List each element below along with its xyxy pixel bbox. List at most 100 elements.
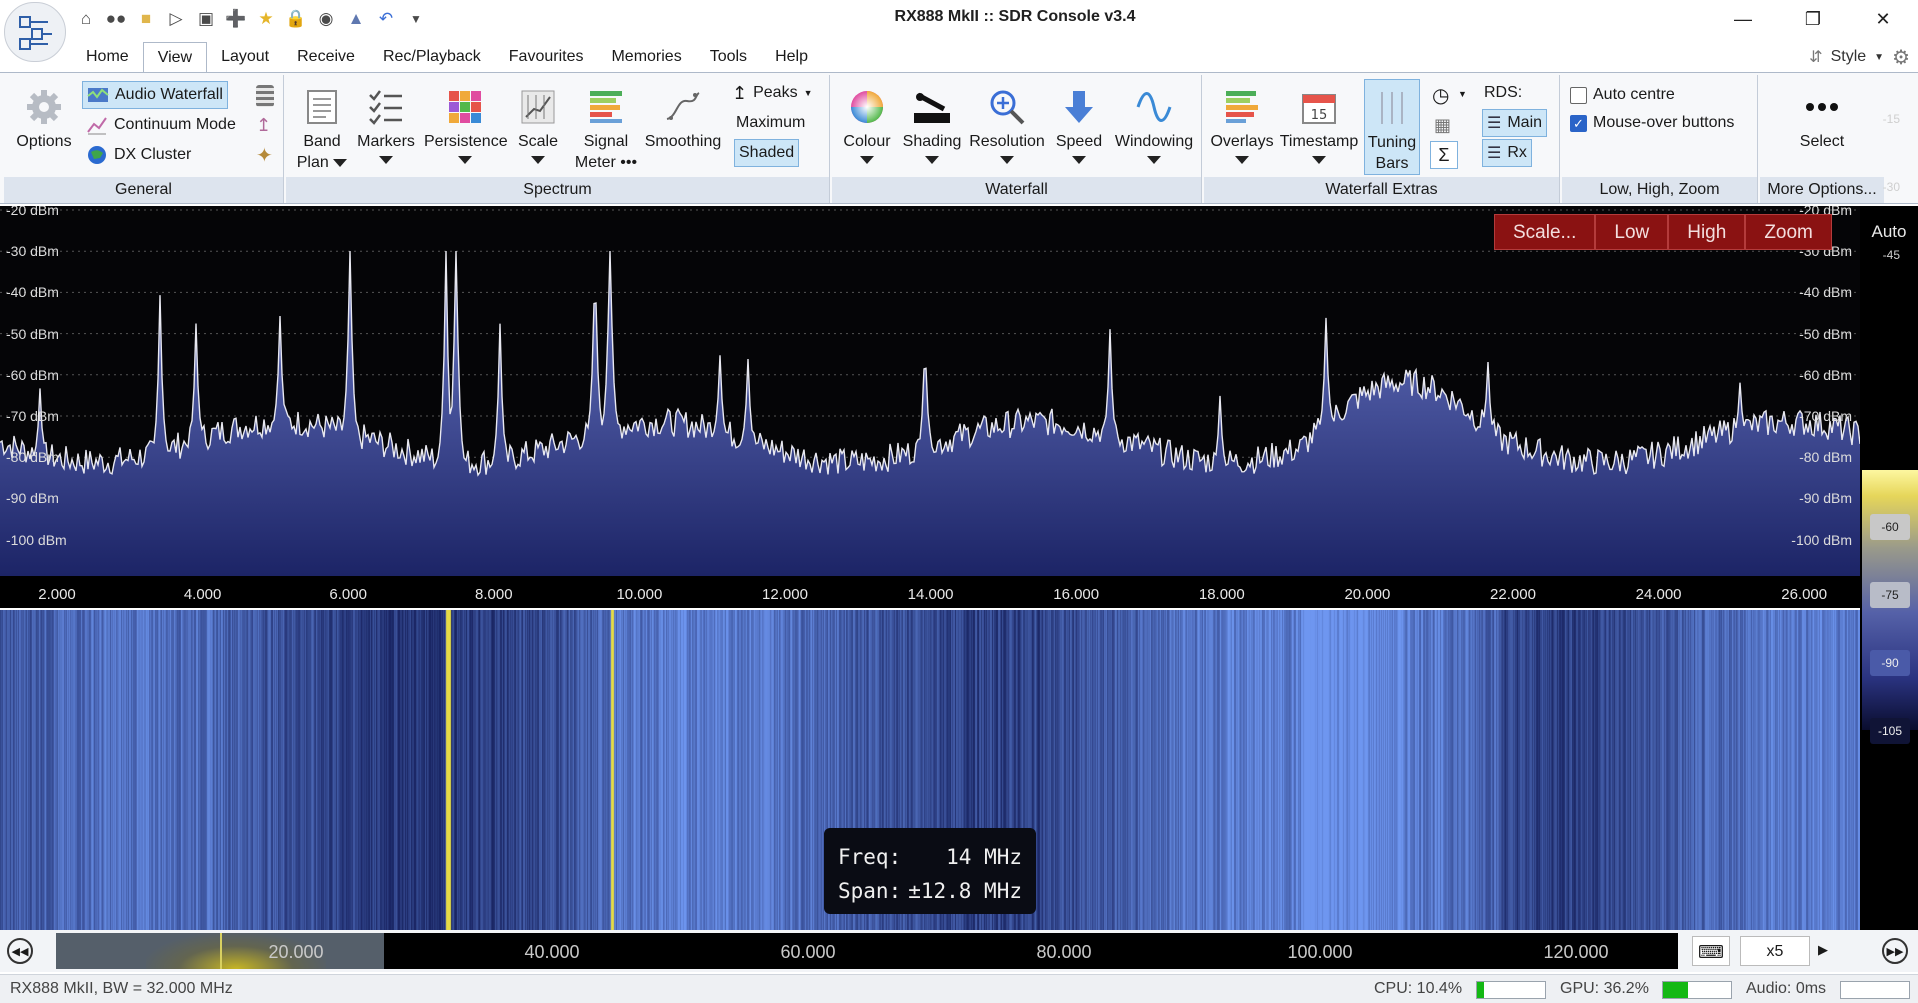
continuum-mode-label: Continuum Mode — [114, 116, 236, 133]
shading-button[interactable]: Shading — [898, 87, 966, 164]
rds-main-button[interactable]: ☰ Main — [1482, 109, 1548, 137]
play-triangle-icon[interactable]: ▶ — [1818, 942, 1828, 958]
timestamp-button[interactable]: 15 Timestamp — [1276, 87, 1362, 164]
level-label: -100 dBm — [6, 531, 67, 548]
level-label: -80 dBm — [6, 449, 59, 466]
strip-tick-label: 20.000 — [268, 942, 324, 962]
zoom-button[interactable]: Zoom — [1745, 214, 1832, 250]
chevron-down-icon — [379, 156, 393, 164]
persistence-button[interactable]: Persistence — [424, 87, 508, 164]
tab-memories[interactable]: Memories — [597, 42, 695, 72]
sine-wave-icon — [1136, 92, 1172, 122]
frequency-tick-label: 12.000 — [762, 586, 808, 603]
markers-button[interactable]: Markers — [350, 87, 422, 164]
spectrum-display[interactable]: -20 dBm -30 dBm -40 dBm -50 dBm -60 dBm -70 d… — [0, 206, 1860, 576]
tuning-bars-icon — [1381, 92, 1403, 124]
line-chart-icon[interactable]: ↥ — [256, 115, 271, 136]
scale-button[interactable]: Scale — [508, 87, 568, 164]
shading-icon — [914, 92, 950, 123]
group-low-high-zoom: Auto centre ✓ Mouse-over buttons Low, Hi… — [1562, 75, 1758, 203]
rds-rx-button[interactable]: ☰ Rx — [1482, 139, 1532, 167]
globe-icon — [88, 146, 106, 164]
spectrum-plot — [0, 209, 1860, 576]
side-scale-label: -30 — [1882, 180, 1900, 194]
scale-menu-button[interactable]: Scale... — [1494, 214, 1596, 250]
scroll-thumb[interactable] — [56, 933, 384, 969]
minimize-icon[interactable]: — — [1708, 0, 1778, 38]
options-button[interactable]: Options — [8, 87, 80, 152]
low-button[interactable]: Low — [1595, 214, 1669, 250]
peaks-button[interactable]: ↥ Peaks ▼ — [732, 79, 812, 107]
zoom-factor-select[interactable]: x5 — [1740, 936, 1810, 966]
scroll-forward-icon[interactable]: ▶▶ — [1882, 938, 1908, 964]
shaded-button[interactable]: Shaded — [734, 139, 800, 167]
overlays-icon — [1226, 91, 1258, 123]
gear-icon — [27, 90, 61, 124]
level-label: -60 dBm — [1799, 366, 1852, 383]
mouse-over-buttons-checkbox[interactable]: ✓ Mouse-over buttons — [1570, 109, 1734, 137]
tuning-bars-button[interactable]: Tuning Bars — [1364, 79, 1420, 175]
scale-label: Scale — [517, 133, 559, 150]
high-button[interactable]: High — [1668, 214, 1746, 250]
speed-button[interactable]: Speed — [1048, 87, 1110, 164]
sigma-icon[interactable]: Σ — [1430, 141, 1458, 169]
style-menu[interactable]: ⇵ Style ▼ ⚙ — [1809, 44, 1910, 70]
clock-icon[interactable]: ◷ — [1432, 83, 1449, 108]
tab-view[interactable]: View — [142, 42, 208, 73]
tab-favourites[interactable]: Favourites — [495, 42, 598, 72]
keyboard-icon[interactable]: ⌨ — [1692, 936, 1730, 966]
close-icon[interactable]: ✕ — [1848, 0, 1918, 38]
dx-cluster-button[interactable]: DX Cluster — [86, 141, 191, 169]
ribbon: Options Audio Waterfall Continuum Mode D… — [0, 72, 1918, 204]
maximize-icon[interactable]: ❐ — [1778, 0, 1848, 38]
auto-button[interactable]: Auto — [1860, 214, 1918, 250]
frequency-tick-label: 18.000 — [1198, 586, 1245, 603]
group-low-high-zoom-label: Low, High, Zoom — [1562, 177, 1757, 203]
frequency-tick-label: 14.000 — [907, 586, 954, 603]
tab-rec-playback[interactable]: Rec/Playback — [369, 42, 495, 72]
windowing-button[interactable]: Windowing — [1108, 87, 1200, 164]
rds-label: RDS: — [1484, 84, 1523, 101]
select-button[interactable]: Select — [1774, 87, 1870, 152]
svg-text:15: 15 — [1311, 108, 1328, 123]
grid-icon[interactable]: ▦ — [1434, 115, 1451, 136]
database-icon[interactable] — [256, 85, 274, 107]
chevron-down-icon — [925, 156, 939, 164]
gear-icon[interactable]: ⚙ — [1892, 45, 1910, 70]
tab-receive[interactable]: Receive — [283, 42, 369, 72]
chevron-down-icon[interactable]: ▼ — [1458, 89, 1467, 99]
cpu-meter-fill — [1477, 982, 1485, 998]
tab-tools[interactable]: Tools — [696, 42, 761, 72]
waterfall-level-scale[interactable]: Auto -15-30-45-120-135-150-60-75-90-105 — [1860, 112, 1918, 930]
continuum-mode-button[interactable]: Continuum Mode — [86, 111, 236, 139]
smoothing-button[interactable]: Smoothing — [638, 87, 728, 152]
tab-layout[interactable]: Layout — [207, 42, 283, 72]
tab-help[interactable]: Help — [761, 42, 822, 72]
tab-home[interactable]: Home — [72, 42, 143, 72]
audio-waterfall-button[interactable]: Audio Waterfall — [82, 81, 228, 109]
scroll-back-icon[interactable]: ◀◀ — [7, 938, 33, 964]
side-scale-box: -105 — [1870, 718, 1910, 744]
wrench-icon[interactable]: ✦ — [256, 143, 273, 168]
audio-meter — [1840, 981, 1910, 999]
freq-label: Freq: — [838, 845, 902, 869]
side-scale-box: -60 — [1870, 514, 1910, 540]
auto-centre-checkbox[interactable]: Auto centre — [1570, 81, 1675, 109]
scroll-track[interactable]: 20.000 40.000 60.000 80.000 100.000 120.000 — [56, 933, 1678, 969]
checkbox-checked-icon: ✓ — [1570, 114, 1587, 132]
colour-button[interactable]: Colour — [836, 87, 898, 164]
level-label: -90 dBm — [6, 490, 59, 507]
overlays-button[interactable]: Overlays — [1206, 87, 1278, 164]
ribbon-tabs: Home View Layout Receive Rec/Playback Fa… — [72, 42, 822, 73]
audio-status: Audio: 0ms — [1746, 980, 1827, 997]
band-plan-button[interactable]: Band Plan — [294, 87, 350, 173]
shaded-label: Shaded — [739, 144, 795, 161]
level-label: -100 dBm — [1791, 531, 1852, 548]
frequency-tick-label: 8.000 — [475, 586, 513, 603]
colour-wheel-icon — [851, 91, 883, 123]
resolution-button[interactable]: Resolution — [966, 87, 1048, 164]
gpu-meter-fill — [1663, 982, 1688, 998]
maximum-button[interactable]: Maximum — [736, 109, 805, 137]
signal-meter-button[interactable]: Signal Meter ••• — [570, 87, 642, 173]
checkbox-unchecked-icon — [1570, 86, 1587, 104]
